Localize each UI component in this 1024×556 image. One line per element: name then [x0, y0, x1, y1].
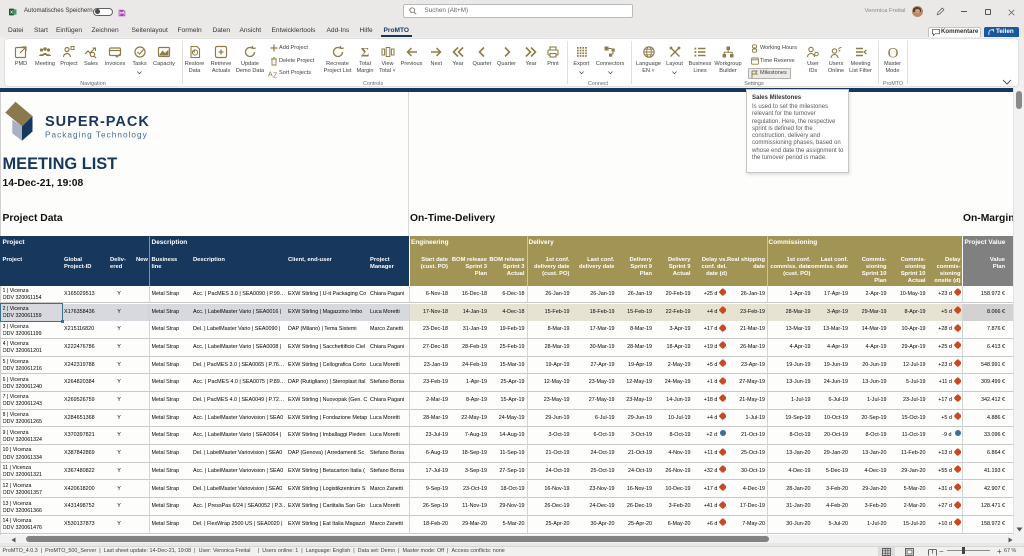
svg-text:SUPER-PACK: SUPER-PACK	[45, 114, 150, 130]
svg-text:X: X	[10, 10, 13, 15]
svg-text:Σ: Σ	[361, 45, 370, 59]
svg-text:O: O	[887, 46, 898, 60]
svg-text:Z: Z	[273, 73, 278, 79]
svg-text:Packaging Technology: Packaging Technology	[45, 131, 148, 140]
